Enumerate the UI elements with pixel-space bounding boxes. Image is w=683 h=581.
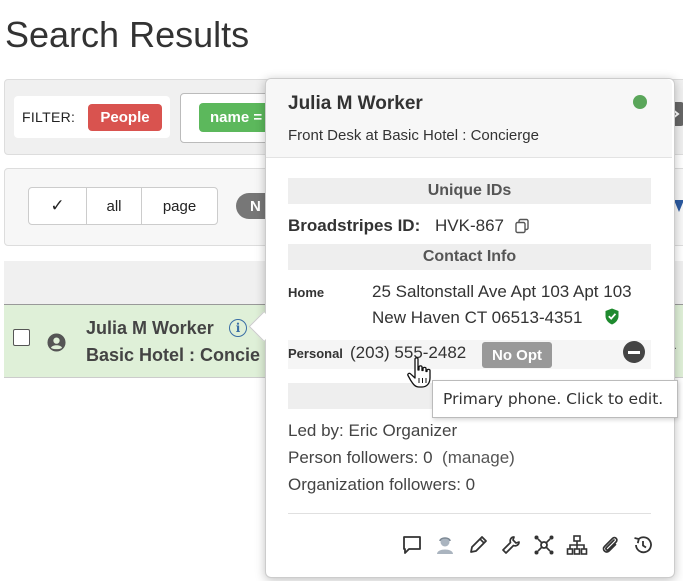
comment-icon[interactable] xyxy=(400,533,424,557)
org-followers-count: 0 xyxy=(465,475,476,494)
user-circle-icon xyxy=(47,333,66,352)
person-followers-count: 0 xyxy=(423,448,433,467)
broadstripes-id-value: HVK-867 xyxy=(435,216,504,235)
page-title: Search Results xyxy=(5,14,250,55)
home-address-line2[interactable]: New Haven CT 06513-4351 xyxy=(372,308,582,328)
no-opt-badge: No Opt xyxy=(482,342,552,368)
led-by-label: Led by: xyxy=(288,421,344,440)
sitemap-icon[interactable] xyxy=(565,533,589,557)
popover-divider xyxy=(288,513,651,514)
section-contact-info: Contact Info xyxy=(288,244,651,270)
filter-label: FILTER: xyxy=(22,109,76,125)
history-icon[interactable] xyxy=(631,533,655,557)
popover-toolbar xyxy=(400,533,655,557)
led-by: Led by: Eric Organizer xyxy=(288,421,457,441)
organizer-link[interactable]: Eric Organizer xyxy=(349,421,458,440)
select-button-group: ✓ all page xyxy=(28,187,218,225)
verified-shield-icon xyxy=(605,308,619,325)
hand-cursor-icon xyxy=(407,357,431,388)
section-unique-ids: Unique IDs xyxy=(288,178,651,204)
wrench-icon[interactable] xyxy=(499,533,523,557)
manage-followers-link[interactable]: (manage) xyxy=(442,448,515,467)
status-dot-icon xyxy=(633,95,647,109)
broadstripes-id-label: Broadstripes ID: xyxy=(288,216,421,235)
pencil-icon[interactable] xyxy=(466,533,490,557)
caret-icon xyxy=(674,200,683,212)
phone-type-label: Personal xyxy=(288,346,343,361)
row-person-name[interactable]: Julia M Worker xyxy=(86,318,214,339)
org-followers-label: Organization followers: xyxy=(288,475,461,494)
home-address-line1[interactable]: 25 Saltonstall Ave Apt 103 Apt 103 xyxy=(372,282,632,302)
select-check-button[interactable]: ✓ xyxy=(29,188,87,224)
person-outline-icon[interactable] xyxy=(433,533,457,557)
organization-followers: Organization followers: 0 xyxy=(288,475,475,495)
popover-job-title: Front Desk at Basic Hotel : Concierge xyxy=(288,127,539,144)
home-address-label: Home xyxy=(288,285,325,300)
info-icon[interactable]: i xyxy=(229,319,247,337)
tooltip: Primary phone. Click to edit. xyxy=(432,380,678,418)
network-icon[interactable] xyxy=(532,533,556,557)
row-organization[interactable]: Basic Hotel : Concie xyxy=(86,345,260,366)
person-followers: Person followers: 0 (manage) xyxy=(288,448,515,468)
row-checkbox[interactable] xyxy=(13,329,30,346)
person-followers-label: Person followers: xyxy=(288,448,419,467)
select-all-button[interactable]: all xyxy=(87,188,142,224)
remove-circle-icon[interactable] xyxy=(623,341,645,363)
copy-icon[interactable] xyxy=(514,218,530,234)
filter-pill-people[interactable]: People xyxy=(88,104,162,131)
popover-header xyxy=(266,79,672,158)
paperclip-icon[interactable] xyxy=(598,533,622,557)
select-page-button[interactable]: page xyxy=(142,188,217,224)
popover-person-name[interactable]: Julia M Worker xyxy=(288,93,423,115)
